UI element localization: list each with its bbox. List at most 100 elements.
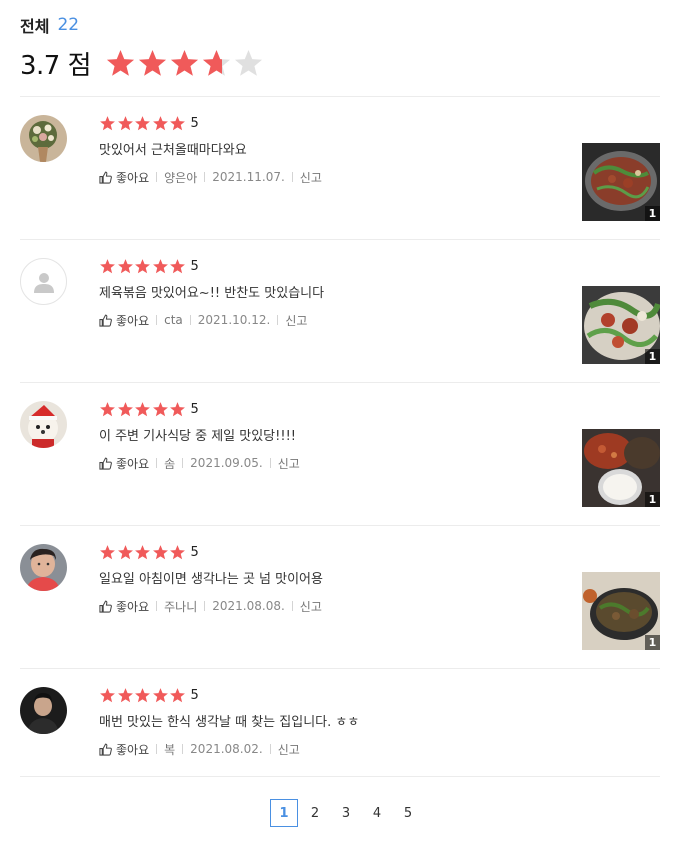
review-stars: 5 [99,401,559,418]
star-icon [106,49,135,76]
star-icon [117,545,133,560]
report-button[interactable]: 신고 [300,598,322,615]
separator [269,744,271,754]
author-name[interactable]: 솜 [164,455,175,472]
review-text: 맛있어서 근처올때마다와요 [99,143,247,158]
review-meta: 좋아요 양은아 2021.11.07. 신고 [99,169,559,185]
star-icon [135,116,150,131]
divider [20,776,660,777]
review-content: 5 제육볶음 맛있어요~!! 반찬도 맛있습니다 좋아요 cta 2021.10… [99,258,559,328]
star-icon [152,259,168,274]
page-2-button[interactable]: 2 [301,799,329,827]
star-icon [170,545,185,560]
review-item: 5 맛있어서 근처올때마다와요 좋아요 양은아 2021.11.07. 신고 1 [20,97,660,240]
author-name[interactable]: 양은아 [164,169,197,186]
star-rating [99,401,187,418]
page-5-button[interactable]: 5 [394,799,422,827]
like-button[interactable]: 좋아요 [99,598,149,615]
rating-value: 5 [190,259,199,274]
review-meta: 좋아요 솜 2021.09.05. 신고 [99,455,559,471]
star-icon [100,402,115,417]
star-icon [234,49,263,76]
author-name[interactable]: 복 [164,741,175,758]
star-icon [152,545,168,560]
review-photo[interactable]: 1 [582,429,660,507]
star-icon [100,545,115,560]
star-icon [135,259,150,274]
star-icon [135,545,150,560]
separator [156,172,158,182]
thumbs-up-icon [99,457,112,470]
report-button[interactable]: 신고 [285,312,307,329]
star-icon [135,688,150,703]
total-count: 22 [57,15,80,35]
avatar[interactable] [20,115,67,162]
review-text: 매번 맛있는 한식 생각날 때 찾는 집입니다. ㅎㅎ [99,715,360,730]
star-icon [117,688,133,703]
page-3-button[interactable]: 3 [332,799,360,827]
like-button[interactable]: 좋아요 [99,312,149,329]
separator [277,315,279,325]
review-stars: 5 [99,258,559,275]
review-content: 5 일요일 아침이면 생각나는 곳 넘 맛이어용 좋아요 주나니 2021.08… [99,544,559,614]
rating-value: 5 [190,545,199,560]
review-photo[interactable]: 1 [582,143,660,221]
separator [156,744,158,754]
review-content: 5 맛있어서 근처올때마다와요 좋아요 양은아 2021.11.07. 신고 [99,115,559,185]
thumbs-up-icon [99,314,112,327]
page-1-button[interactable]: 1 [270,799,298,827]
report-button[interactable]: 신고 [300,169,322,186]
average-star-rating [105,48,265,79]
star-icon [152,688,168,703]
like-button[interactable]: 좋아요 [99,455,149,472]
star-icon [117,259,133,274]
separator [156,601,158,611]
separator [291,172,293,182]
like-button[interactable]: 좋아요 [99,741,149,758]
avatar[interactable] [20,687,67,734]
review-date: 2021.09.05. [190,456,263,470]
review-meta: 좋아요 cta 2021.10.12. 신고 [99,312,559,328]
thumbs-up-icon [99,600,112,613]
report-button[interactable]: 신고 [278,741,300,758]
separator [182,744,184,754]
report-button[interactable]: 신고 [278,455,300,472]
star-icon [170,259,185,274]
rating-value: 5 [190,688,199,703]
review-stars: 5 [99,687,559,704]
star-icon [117,116,133,131]
avatar[interactable] [20,258,67,305]
star-icon [202,49,231,76]
review-photo[interactable]: 1 [582,572,660,650]
review-item: 5 일요일 아침이면 생각나는 곳 넘 맛이어용 좋아요 주나니 2021.08… [20,526,660,669]
star-rating [99,544,187,561]
page-4-button[interactable]: 4 [363,799,391,827]
review-date: 2021.11.07. [212,170,285,184]
avatar[interactable] [20,401,67,448]
star-rating [99,258,187,275]
thumbs-up-icon [99,171,112,184]
star-icon [152,116,168,131]
separator [269,458,271,468]
review-item: 5 이 주변 기사식당 중 제일 맛있당!!!! 좋아요 솜 2021.09.0… [20,383,660,526]
review-photo[interactable]: 1 [582,286,660,364]
total-label: 전체 [20,17,50,36]
review-date: 2021.08.02. [190,742,263,756]
like-button[interactable]: 좋아요 [99,169,149,186]
author-name[interactable]: cta [164,313,183,327]
review-meta: 좋아요 복 2021.08.02. 신고 [99,741,559,757]
separator [156,458,158,468]
author-name[interactable]: 주나니 [164,598,197,615]
default-user-icon [33,272,54,293]
avatar[interactable] [20,544,67,591]
pagination: 12345 [0,799,692,827]
review-stars: 5 [99,544,559,561]
star-icon [100,688,115,703]
review-text: 제육볶음 맛있어요~!! 반찬도 맛있습니다 [99,286,325,301]
average-score: 3.7 점 [20,50,92,81]
photo-count-badge: 1 [645,206,660,221]
star-icon [138,49,167,76]
separator [189,315,191,325]
star-icon [100,116,115,131]
review-item: 5 제육볶음 맛있어요~!! 반찬도 맛있습니다 좋아요 cta 2021.10… [20,240,660,383]
